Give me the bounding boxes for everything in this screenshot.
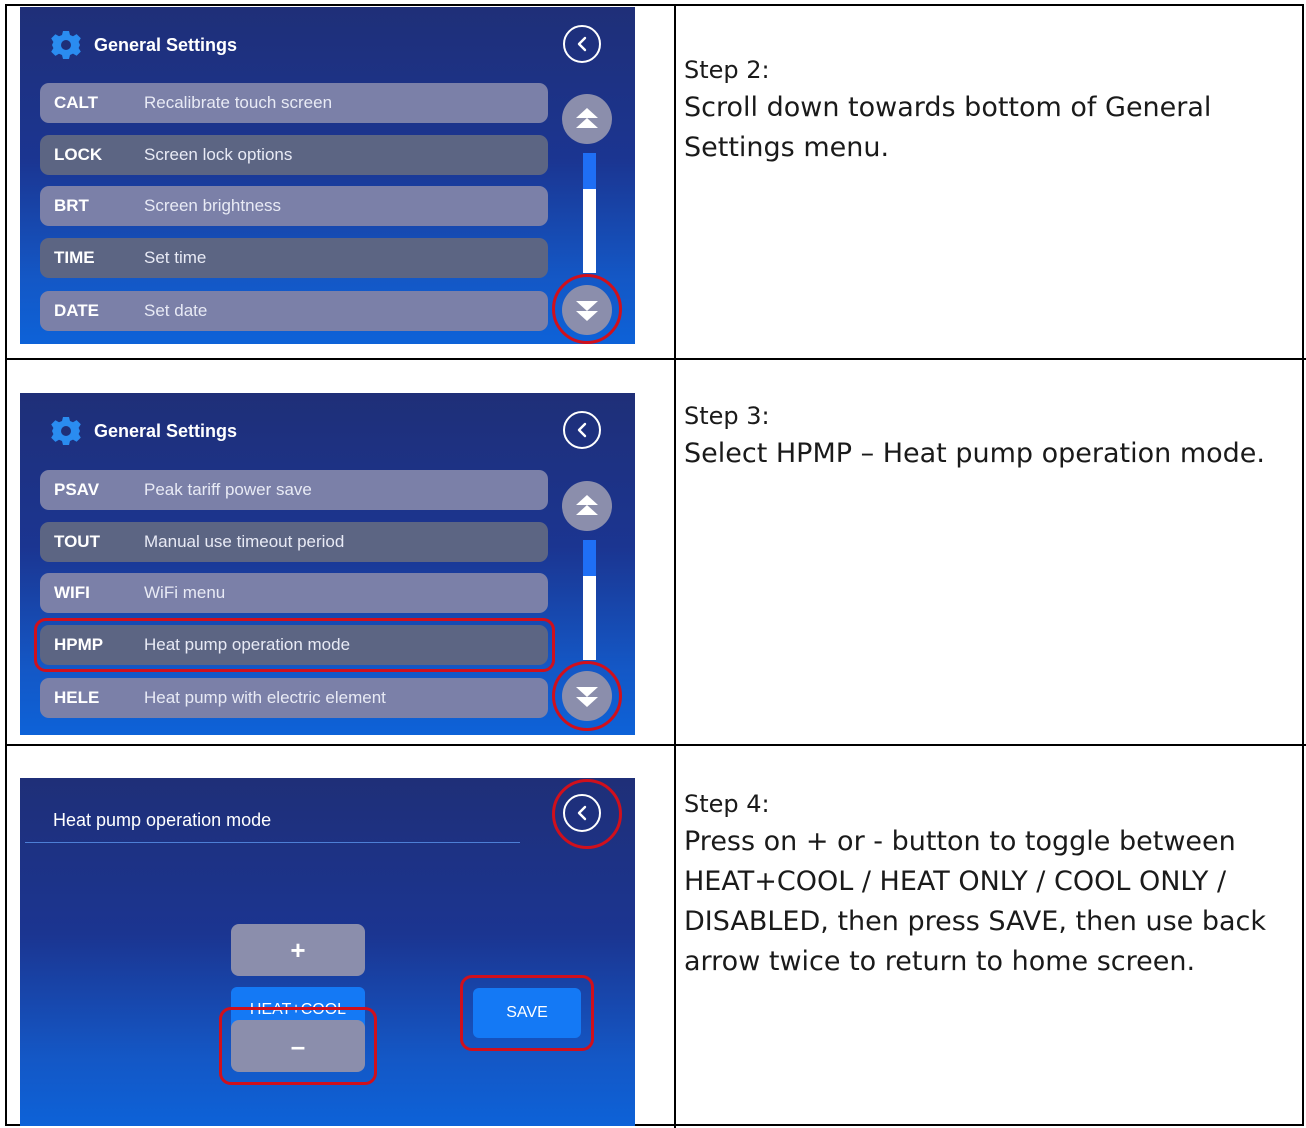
menu-item-label: Peak tariff power save [144, 480, 312, 499]
scroll-up-button[interactable] [562, 94, 612, 144]
step-3-instructions: Step 3: Select HPMP – Heat pump operatio… [684, 400, 1284, 474]
menu-item-lock[interactable]: LOCK Screen lock options [40, 135, 548, 175]
menu-item-hele[interactable]: HELE Heat pump with electric element [40, 678, 548, 718]
menu-item-wifi[interactable]: WIFI WiFi menu [40, 573, 548, 613]
highlight-ring [552, 274, 622, 344]
column-divider [674, 6, 676, 1128]
title-underline [25, 842, 520, 843]
row-divider [7, 358, 1306, 360]
highlight-ring [552, 661, 622, 731]
menu-item-code: HELE [54, 688, 100, 707]
highlight-box [34, 618, 555, 672]
menu-item-date[interactable]: DATE Set date [40, 291, 548, 331]
double-chevron-up-icon [576, 108, 598, 128]
menu-item-code: DATE [54, 301, 100, 320]
menu-item-label: Screen brightness [144, 196, 282, 215]
chevron-left-icon [577, 422, 587, 438]
scrollbar-thumb[interactable] [583, 153, 596, 189]
row-divider [7, 744, 1306, 746]
menu-item-code: LOCK [54, 145, 103, 164]
heat-pump-mode-screen: Heat pump operation mode + HEAT+COOL – S… [20, 778, 635, 1126]
gear-icon [51, 417, 81, 445]
step-description: Press on + or - button to toggle between… [684, 826, 1267, 977]
gear-icon [51, 31, 81, 59]
back-button[interactable] [563, 25, 601, 63]
screen-header: General Settings [50, 29, 237, 61]
menu-item-brt[interactable]: BRT Screen brightness [40, 186, 548, 226]
step-description: Scroll down towards bottom of General Se… [684, 92, 1212, 163]
scrollbar-track[interactable] [583, 153, 596, 273]
menu-item-code: WIFI [54, 583, 90, 602]
highlight-box [460, 975, 594, 1051]
menu-item-code: CALT [54, 93, 99, 112]
double-chevron-up-icon [576, 495, 598, 515]
menu-item-label: WiFi menu [144, 583, 226, 602]
chevron-left-icon [577, 36, 587, 52]
menu-item-calt[interactable]: CALT Recalibrate touch screen [40, 83, 548, 123]
screen-title: General Settings [94, 34, 238, 55]
general-settings-screen-top: General Settings CALT Recalibrate touch … [20, 7, 635, 344]
scrollbar-thumb[interactable] [583, 540, 596, 576]
screen-title: Heat pump operation mode [53, 810, 272, 830]
menu-item-label: Screen lock options [144, 145, 293, 164]
menu-item-label: Manual use timeout period [144, 532, 345, 551]
menu-item-code: TOUT [54, 532, 100, 551]
highlight-ring [552, 779, 622, 849]
menu-item-code: BRT [54, 196, 89, 215]
step-4-instructions: Step 4: Press on + or - button to toggle… [684, 788, 1284, 982]
menu-item-code: PSAV [54, 480, 100, 499]
scroll-up-button[interactable] [562, 481, 612, 531]
general-settings-screen-bottom: General Settings PSAV Peak tariff power … [20, 393, 635, 735]
increment-button[interactable]: + [231, 924, 365, 976]
step-title: Step 4: [684, 790, 770, 818]
menu-item-tout[interactable]: TOUT Manual use timeout period [40, 522, 548, 562]
highlight-box [219, 1007, 377, 1085]
screen-header: General Settings [50, 415, 237, 447]
step-2-instructions: Step 2: Scroll down towards bottom of Ge… [684, 54, 1284, 168]
menu-item-label: Recalibrate touch screen [144, 93, 333, 112]
menu-item-time[interactable]: TIME Set time [40, 238, 548, 278]
menu-item-code: TIME [54, 248, 95, 267]
menu-item-label: Set date [144, 301, 208, 320]
scrollbar-track[interactable] [583, 540, 596, 660]
menu-item-psav[interactable]: PSAV Peak tariff power save [40, 470, 548, 510]
step-title: Step 2: [684, 56, 770, 84]
menu-item-label: Heat pump with electric element [144, 688, 386, 707]
step-title: Step 3: [684, 402, 770, 430]
menu-item-label: Set time [144, 248, 207, 267]
back-button[interactable] [563, 411, 601, 449]
step-description: Select HPMP – Heat pump operation mode. [684, 438, 1265, 469]
screen-title: General Settings [94, 420, 238, 441]
